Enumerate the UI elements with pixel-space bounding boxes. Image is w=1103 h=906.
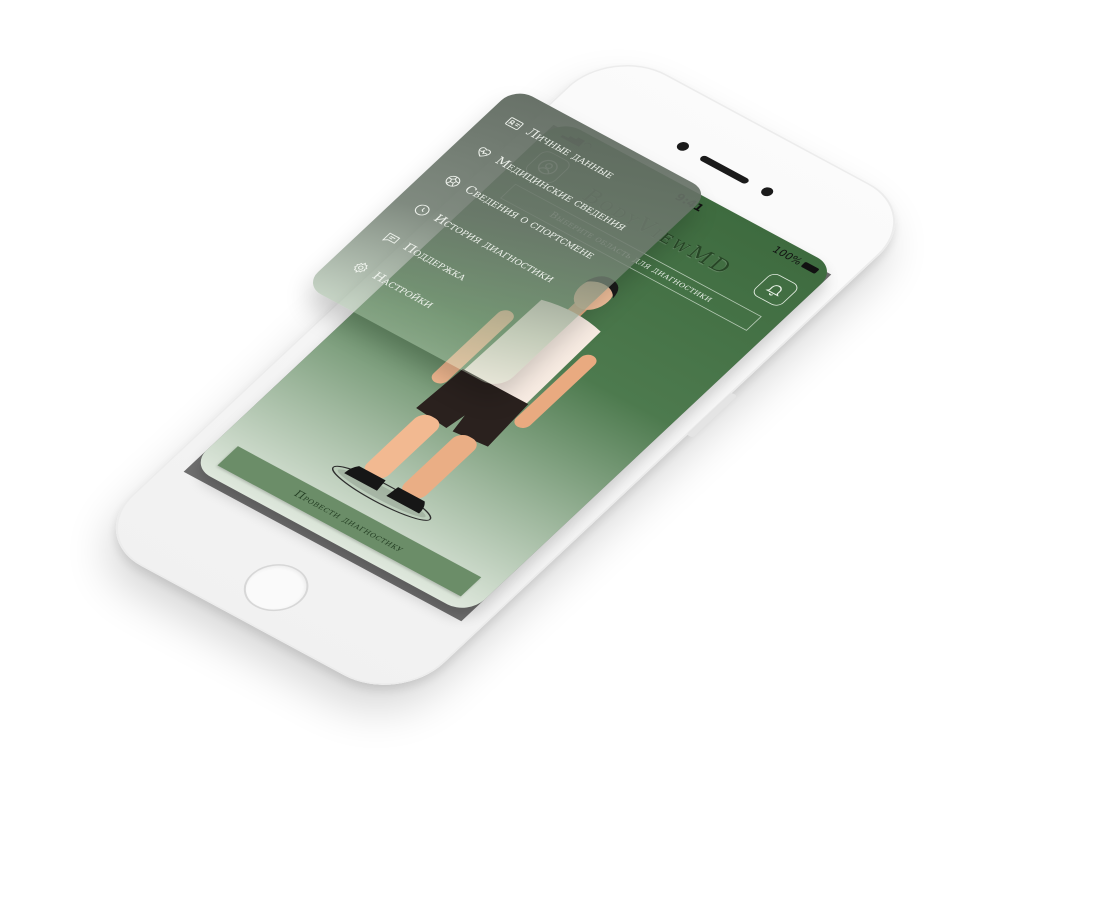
gear-icon (348, 258, 374, 276)
mockup-stage: ▂▄▆ ◠ 9:41 100% BodyViewMD Вы (0, 0, 1103, 906)
front-sensor (758, 185, 776, 198)
menu-item-settings[interactable]: Настройки (348, 258, 438, 311)
menu-item-label: Настройки (368, 270, 438, 311)
home-button[interactable] (230, 555, 322, 621)
chat-icon (379, 230, 405, 248)
menu-item-athlete-info[interactable]: Сведения о спортсмене (440, 172, 599, 262)
menu-item-label: Поддержка (399, 241, 471, 284)
battery-indicator: 100% (769, 244, 821, 276)
phone-3d-wrapper: ▂▄▆ ◠ 9:41 100% BodyViewMD Вы (87, 44, 952, 720)
menu-item-diagnostics-history[interactable]: История диагностики (409, 201, 558, 286)
earpiece-speaker (698, 154, 751, 185)
ball-icon (440, 172, 466, 190)
id-card-icon (502, 114, 528, 132)
heart-pulse-icon (471, 143, 497, 161)
menu-item-medical-info[interactable]: Медицинские сведения (471, 143, 631, 234)
clock-icon (409, 201, 435, 219)
front-camera (674, 140, 692, 153)
